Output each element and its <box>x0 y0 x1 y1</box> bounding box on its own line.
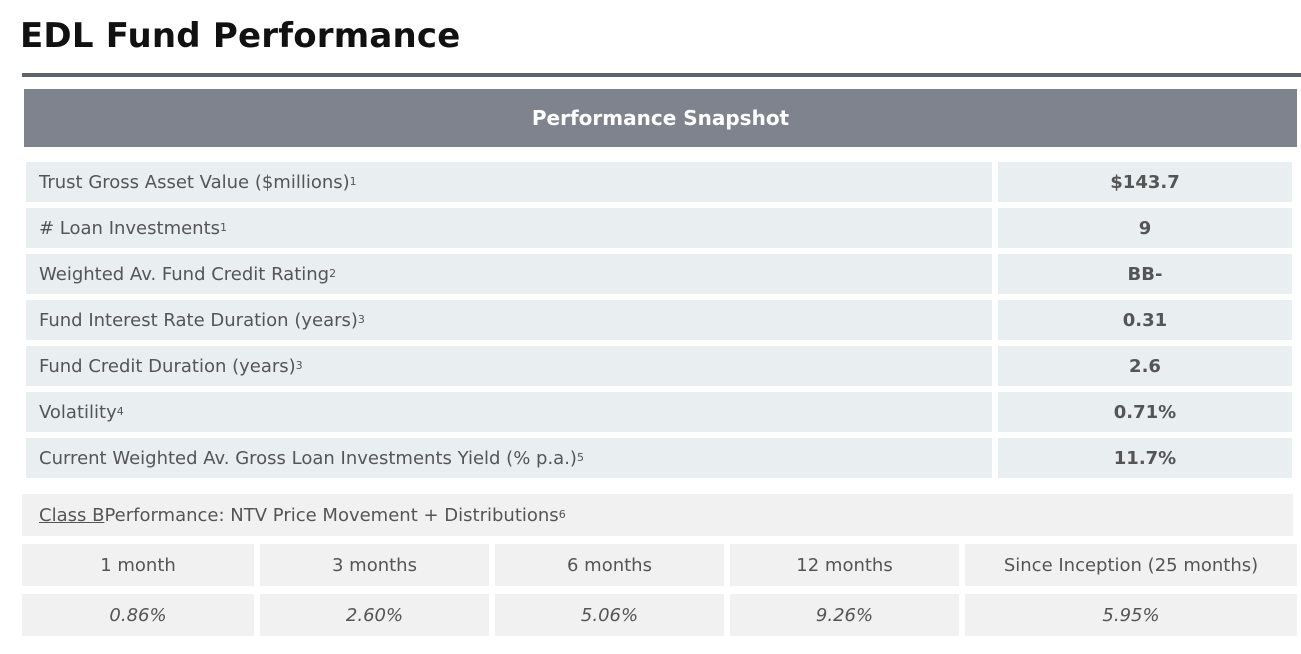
snapshot-label-text: Fund Credit Duration (years) <box>39 355 296 377</box>
period-value: 2.60% <box>260 594 489 636</box>
period-header: 6 months <box>495 544 724 586</box>
snapshot-label: Fund Interest Rate Duration (years) 3 <box>26 300 992 340</box>
period-value: 5.06% <box>495 594 724 636</box>
period-header: Since Inception (25 months) <box>965 544 1297 586</box>
snapshot-label-text: Fund Interest Rate Duration (years) <box>39 309 358 331</box>
snapshot-value: 11.7% <box>998 438 1292 478</box>
snapshot-label-text: Weighted Av. Fund Credit Rating <box>39 263 330 285</box>
snapshot-value: 9 <box>998 208 1292 248</box>
class-b-link[interactable]: Class B <box>39 505 104 526</box>
snapshot-value: 2.6 <box>998 346 1292 386</box>
page-title: EDL Fund Performance <box>20 16 461 56</box>
snapshot-label-text: Trust Gross Asset Value ($millions) <box>39 171 350 193</box>
snapshot-label: Volatility 4 <box>26 392 992 432</box>
performance-title: Class B Performance: NTV Price Movement … <box>22 494 1293 536</box>
snapshot-label-text: # Loan Investments <box>39 217 221 239</box>
performance-title-text: Performance: NTV Price Movement + Distri… <box>104 504 559 526</box>
snapshot-label: Trust Gross Asset Value ($millions) 1 <box>26 162 992 202</box>
period-value: 0.86% <box>22 594 254 636</box>
period-header: 1 month <box>22 544 254 586</box>
snapshot-header: Performance Snapshot <box>24 89 1297 147</box>
snapshot-value: 0.31 <box>998 300 1292 340</box>
snapshot-label: Fund Credit Duration (years) 3 <box>26 346 992 386</box>
title-divider <box>22 73 1301 77</box>
snapshot-label: # Loan Investments 1 <box>26 208 992 248</box>
snapshot-value: $143.7 <box>998 162 1292 202</box>
snapshot-value: BB- <box>998 254 1292 294</box>
period-header: 3 months <box>260 544 489 586</box>
snapshot-label-text: Current Weighted Av. Gross Loan Investme… <box>39 447 577 469</box>
snapshot-value: 0.71% <box>998 392 1292 432</box>
snapshot-label: Current Weighted Av. Gross Loan Investme… <box>26 438 992 478</box>
period-value: 5.95% <box>965 594 1297 636</box>
snapshot-label-text: Volatility <box>39 401 117 423</box>
snapshot-label: Weighted Av. Fund Credit Rating 2 <box>26 254 992 294</box>
period-value: 9.26% <box>730 594 959 636</box>
period-header: 12 months <box>730 544 959 586</box>
